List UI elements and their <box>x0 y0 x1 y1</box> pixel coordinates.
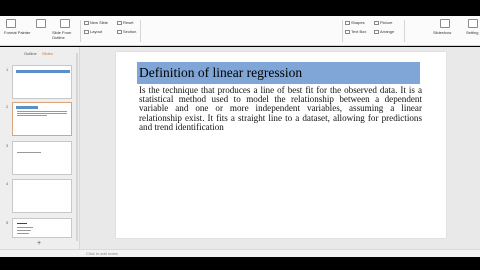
thumbnail-text-line <box>17 115 47 116</box>
section-icon <box>117 30 122 34</box>
slideshow-icon[interactable] <box>440 19 450 28</box>
thumbnail-text-line <box>17 152 41 153</box>
slide-number: 1 <box>6 67 9 72</box>
shapes-icon <box>345 21 350 25</box>
slide-from-outline-button[interactable]: Slide From Outline <box>52 30 80 40</box>
thumbnail-text-line <box>17 233 29 234</box>
status-bar: Click to add notes <box>0 249 480 257</box>
reset-icon <box>117 21 122 25</box>
ribbon-toolbar: Format Painter Slide From Outline New Sl… <box>0 16 480 46</box>
screen-border <box>0 257 480 270</box>
thumbnail-text-line <box>17 111 67 112</box>
setting-button[interactable]: Setting <box>466 30 478 35</box>
slide-thumbnail-4[interactable] <box>12 179 72 213</box>
screen: Format Painter Slide From Outline New Sl… <box>0 0 480 270</box>
slide-body-text[interactable]: Is the technique that produces a line of… <box>139 85 422 132</box>
paste-icon[interactable] <box>36 19 46 28</box>
thumbnail-text-line <box>17 227 33 228</box>
ribbon-separator <box>80 20 81 42</box>
slide-number: 5 <box>6 220 9 225</box>
arrange-icon <box>374 30 379 34</box>
slide-from-outline-icon[interactable] <box>60 19 70 28</box>
title-placeholder[interactable]: Definition of linear regression <box>137 62 420 84</box>
panel-scrollbar[interactable] <box>76 53 78 241</box>
layout-icon <box>84 30 89 34</box>
shapes-button[interactable]: Shapes <box>351 20 365 25</box>
text-box-icon <box>345 30 350 34</box>
format-painter-button[interactable]: Format Painter <box>4 30 30 35</box>
format-painter-icon[interactable] <box>6 19 16 28</box>
layout-button[interactable]: Layout <box>90 29 102 34</box>
slide-thumbnail-1[interactable] <box>12 65 72 99</box>
picture-button[interactable]: Picture <box>380 20 392 25</box>
tab-outline[interactable]: Outline <box>24 51 37 56</box>
slide-number: 4 <box>6 181 9 186</box>
ribbon-separator <box>342 20 343 42</box>
thumbnail-text-line <box>17 223 27 224</box>
new-slide-icon <box>84 21 89 25</box>
slide-canvas[interactable]: Definition of linear regression Is the t… <box>116 52 446 238</box>
slide-thumbnail-2[interactable] <box>12 102 72 136</box>
slide-thumbnail-5[interactable] <box>12 218 72 238</box>
arrange-button[interactable]: Arrange <box>380 29 394 34</box>
thumbnail-title-bar <box>16 106 38 109</box>
slideshow-button[interactable]: Slideshow <box>433 30 451 35</box>
ribbon-separator <box>140 20 141 42</box>
notes-prompt[interactable]: Click to add notes <box>86 251 118 256</box>
add-slide-button[interactable]: + <box>37 240 41 247</box>
thumbnail-title-bar <box>16 70 70 73</box>
setting-icon[interactable] <box>468 19 478 28</box>
slide-title: Definition of linear regression <box>139 65 303 80</box>
slide-thumbnail-3[interactable] <box>12 141 72 175</box>
new-slide-button[interactable]: New Slide <box>90 20 108 25</box>
slide-number: 2 <box>6 104 9 109</box>
slide-panel: Outline Slides 1 2 3 4 5 + <box>0 47 80 249</box>
text-box-button[interactable]: Text Box <box>351 29 366 34</box>
tab-slides[interactable]: Slides <box>42 51 53 56</box>
section-button[interactable]: Section <box>123 29 136 34</box>
reset-button[interactable]: Reset <box>123 20 133 25</box>
picture-icon <box>374 21 379 25</box>
thumbnail-text-line <box>17 230 31 231</box>
slide-number: 3 <box>6 143 9 148</box>
thumbnail-text-line <box>17 113 67 114</box>
ribbon-separator <box>404 20 405 42</box>
